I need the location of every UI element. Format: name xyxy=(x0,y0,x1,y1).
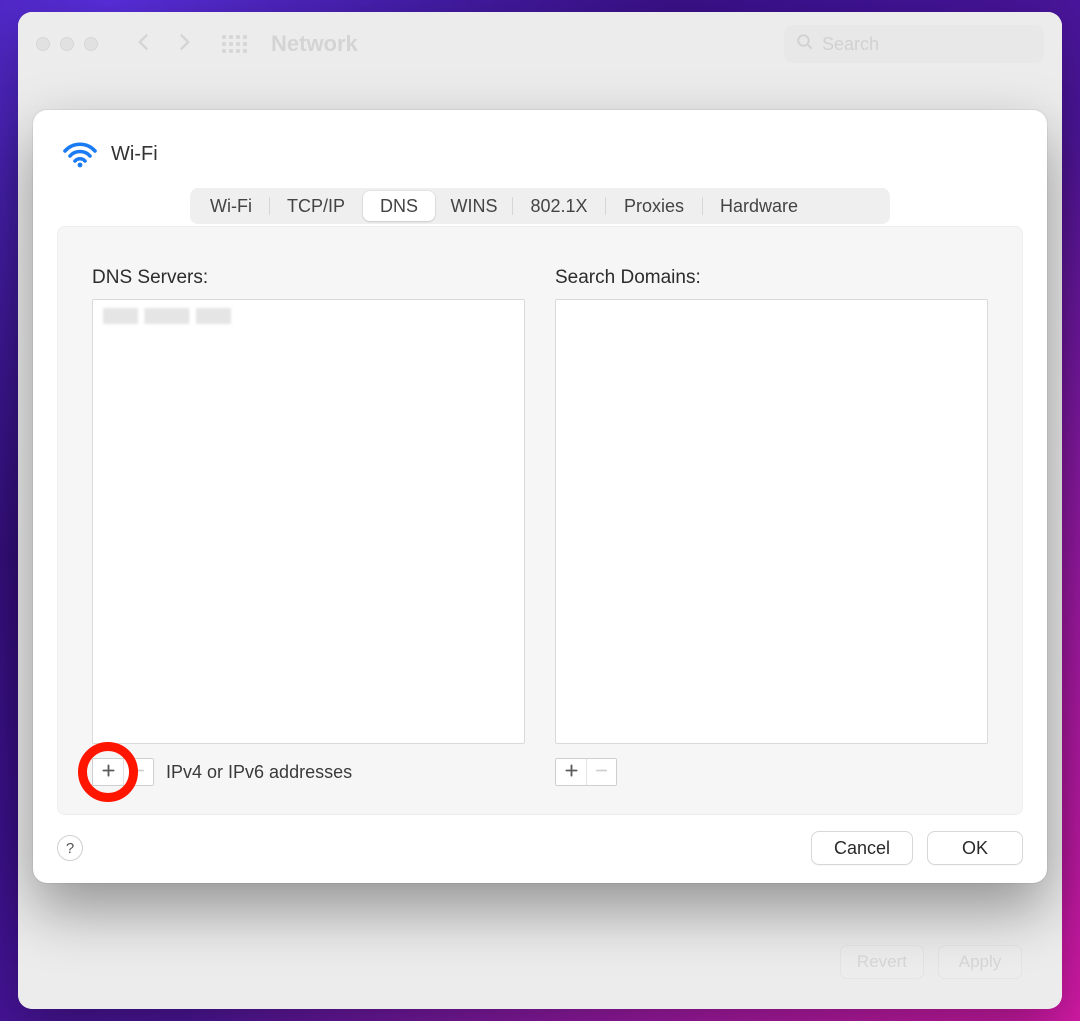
window-title: Network xyxy=(271,31,358,57)
dns-server-remove-button[interactable] xyxy=(123,759,153,785)
search-domains-column: Search Domains: xyxy=(555,267,988,790)
search-domains-label: Search Domains: xyxy=(555,267,988,289)
dns-servers-column: DNS Servers: xyxy=(92,267,525,790)
minimize-window-icon[interactable] xyxy=(60,37,74,51)
search-icon xyxy=(796,33,814,56)
sheet-footer: ? Cancel OK xyxy=(57,831,1023,865)
dns-server-row-redacted xyxy=(103,308,263,324)
tab-8021x[interactable]: 802.1X xyxy=(513,191,605,221)
show-all-icon[interactable] xyxy=(222,35,247,53)
search-placeholder: Search xyxy=(822,34,879,55)
dns-server-add-button[interactable] xyxy=(93,759,123,785)
dns-servers-add-remove xyxy=(92,758,154,786)
wifi-icon xyxy=(61,138,99,170)
zoom-window-icon[interactable] xyxy=(84,37,98,51)
plus-icon xyxy=(102,764,115,780)
ok-button[interactable]: OK xyxy=(927,831,1023,865)
tab-bar: Wi-Fi TCP/IP DNS WINS 802.1X Proxies Har… xyxy=(190,188,890,224)
close-window-icon[interactable] xyxy=(36,37,50,51)
dns-panel: DNS Servers: xyxy=(57,226,1023,815)
revert-button[interactable]: Revert xyxy=(840,945,924,979)
tab-proxies[interactable]: Proxies xyxy=(606,191,702,221)
dns-servers-list[interactable] xyxy=(92,299,525,744)
dns-servers-hint: IPv4 or IPv6 addresses xyxy=(166,762,352,783)
help-button[interactable]: ? xyxy=(57,835,83,861)
plus-icon xyxy=(565,764,578,780)
minus-icon xyxy=(595,764,608,780)
back-icon[interactable] xyxy=(134,31,154,58)
window-controls xyxy=(36,37,98,51)
search-field[interactable]: Search xyxy=(784,25,1044,63)
search-domain-add-button[interactable] xyxy=(556,759,586,785)
network-advanced-sheet: Wi-Fi Wi-Fi TCP/IP DNS WINS 802.1X Proxi… xyxy=(33,110,1047,883)
tab-hardware[interactable]: Hardware xyxy=(703,191,815,221)
tab-wifi[interactable]: Wi-Fi xyxy=(193,191,269,221)
tab-wins[interactable]: WINS xyxy=(436,191,512,221)
forward-icon[interactable] xyxy=(174,31,194,58)
nav-arrows xyxy=(134,31,194,58)
tab-tcpip[interactable]: TCP/IP xyxy=(270,191,362,221)
parent-footer: Revert Apply xyxy=(840,945,1022,979)
interface-name: Wi-Fi xyxy=(111,143,158,166)
titlebar: Network Search xyxy=(18,12,1062,76)
search-domains-list[interactable] xyxy=(555,299,988,744)
apply-button[interactable]: Apply xyxy=(938,945,1022,979)
tab-dns[interactable]: DNS xyxy=(363,191,435,221)
cancel-button[interactable]: Cancel xyxy=(811,831,913,865)
minus-icon xyxy=(132,764,145,780)
search-domains-add-remove xyxy=(555,758,617,786)
search-domain-remove-button[interactable] xyxy=(586,759,616,785)
dns-servers-label: DNS Servers: xyxy=(92,267,525,289)
